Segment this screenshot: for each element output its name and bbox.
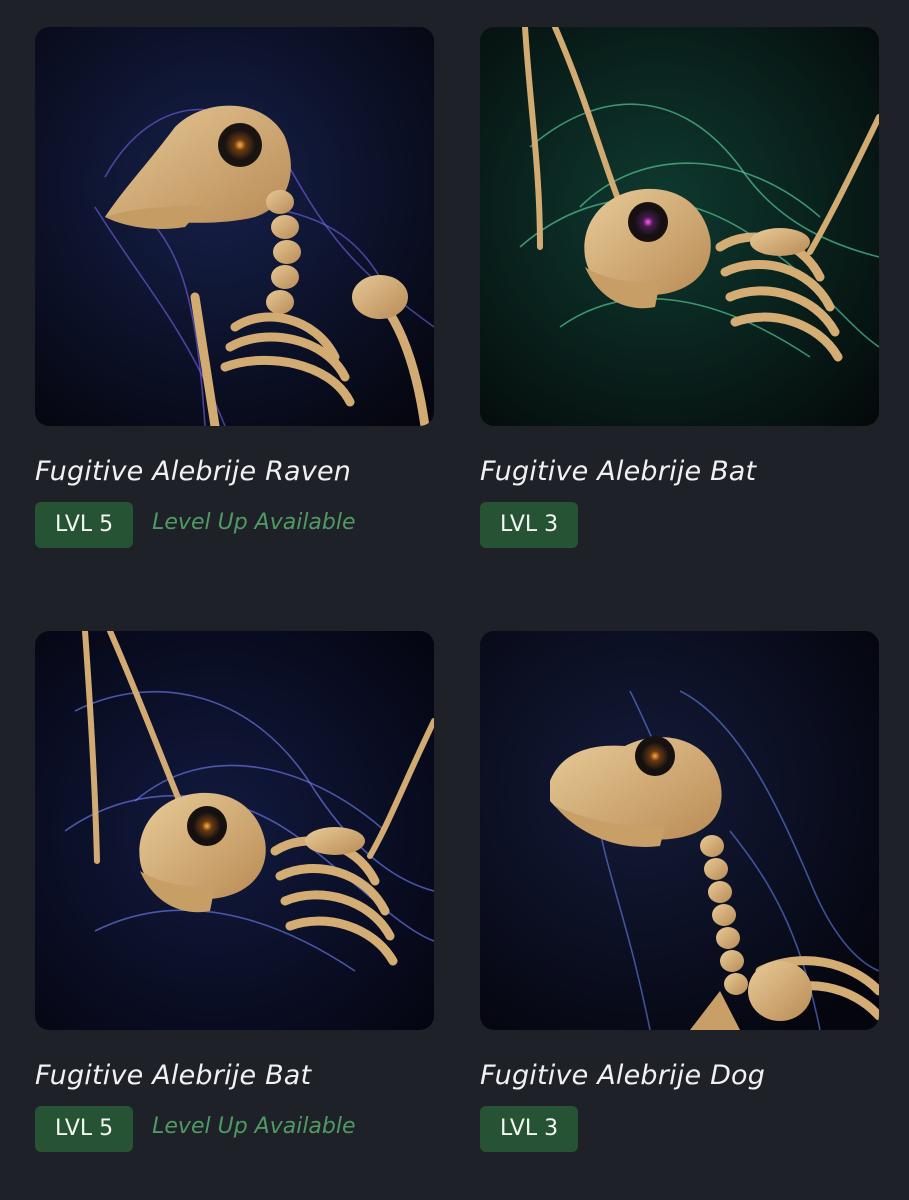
nft-card-bat[interactable]: Fugitive Alebrije Bat LVL 3 [480,27,879,548]
nft-card-bat[interactable]: Fugitive Alebrije Bat LVL 5 Level Up Ava… [35,631,434,1152]
level-badge: LVL 5 [35,502,134,548]
card-meta: LVL 5 Level Up Available [35,1106,434,1152]
nft-card-dog[interactable]: Fugitive Alebrije Dog LVL 3 [480,631,879,1152]
level-up-status[interactable]: Level Up Available [152,1114,355,1139]
card-title: Fugitive Alebrije Bat [480,456,757,487]
collection-grid: Fugitive Alebrije Raven LVL 5 Level Up A… [0,0,909,1200]
card-artwork[interactable] [35,27,434,426]
dog-skeleton-icon [480,631,879,1030]
card-artwork[interactable] [35,631,434,1030]
card-artwork[interactable] [480,631,879,1030]
bat-skeleton-icon [480,27,879,426]
level-badge: LVL 5 [35,1106,134,1152]
nft-card-raven[interactable]: Fugitive Alebrije Raven LVL 5 Level Up A… [35,27,434,548]
card-meta: LVL 3 [480,1106,879,1152]
card-title: Fugitive Alebrije Bat [35,1060,312,1091]
bat-skeleton-icon [35,631,434,1030]
raven-skeleton-icon [35,27,434,426]
card-title: Fugitive Alebrije Raven [35,456,352,487]
level-badge: LVL 3 [480,502,579,548]
card-meta: LVL 5 Level Up Available [35,502,434,548]
card-title: Fugitive Alebrije Dog [480,1060,766,1091]
card-artwork[interactable] [480,27,879,426]
card-meta: LVL 3 [480,502,879,548]
level-badge: LVL 3 [480,1106,579,1152]
level-up-status[interactable]: Level Up Available [152,510,355,535]
